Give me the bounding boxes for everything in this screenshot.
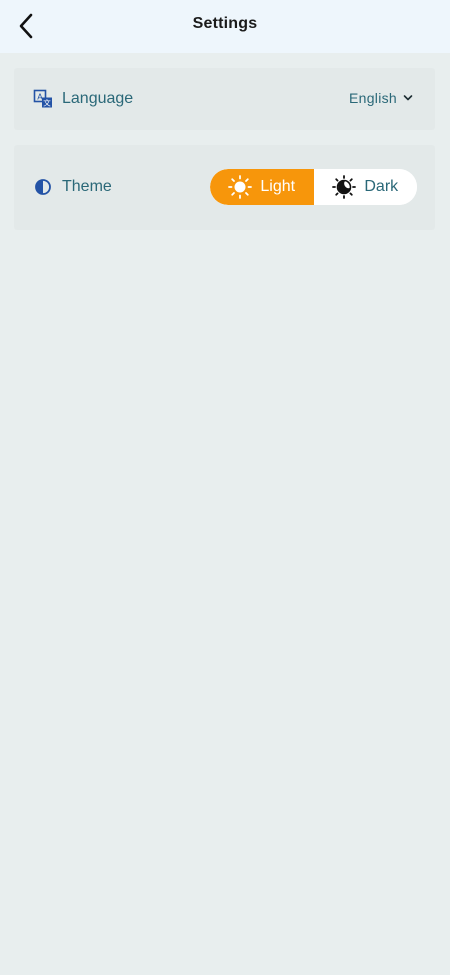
settings-screen: Settings A 文 Language English Theme Ligh… — [0, 0, 450, 975]
top-bar: Settings — [0, 0, 450, 53]
theme-toggle: Light Dark — [210, 169, 417, 205]
theme-option-light-label: Light — [260, 178, 296, 195]
svg-text:文: 文 — [43, 98, 51, 108]
language-label: Language — [62, 90, 134, 107]
chevron-down-icon — [403, 95, 413, 101]
theme-label: Theme — [62, 178, 112, 195]
page-title: Settings — [192, 15, 258, 32]
language-value: English — [348, 90, 397, 106]
sun-icon — [228, 175, 253, 199]
theme-option-dark[interactable]: Dark — [313, 169, 417, 205]
contrast-icon — [33, 177, 53, 197]
language-dropdown[interactable]: English — [349, 90, 413, 106]
language-setting-row[interactable]: A 文 Language English — [14, 68, 435, 130]
theme-option-light[interactable]: Light — [210, 169, 314, 205]
moon-icon — [332, 175, 357, 199]
theme-setting-row: Theme Light Dark — [14, 145, 435, 230]
theme-option-dark-label: Dark — [364, 178, 399, 195]
translate-icon: A 文 — [33, 89, 53, 109]
